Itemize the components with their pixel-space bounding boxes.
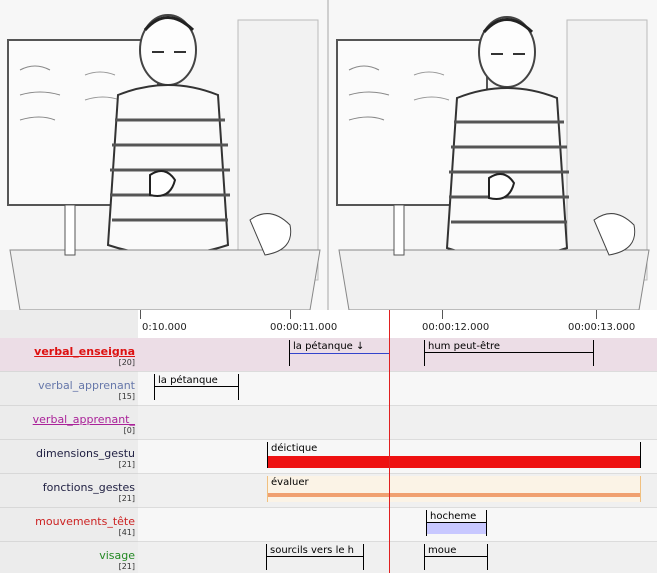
tier-name: verbal_enseigna <box>34 345 135 358</box>
track-verbal-apprenant-2[interactable] <box>138 406 657 440</box>
tier-count: [41] <box>118 528 135 537</box>
annotation-line <box>425 556 487 557</box>
tier-label-verbal-apprenant-2[interactable]: verbal_apprenant_ [0] <box>0 406 138 440</box>
annotation-segment[interactable]: sourcils vers le h <box>266 544 364 570</box>
ruler-tick <box>442 310 443 319</box>
tier-count: [21] <box>118 460 135 469</box>
annotation-label: hocheme <box>430 511 477 522</box>
annotation-segment[interactable]: évaluer <box>267 476 641 502</box>
annotation-segment[interactable]: hocheme <box>426 510 487 536</box>
tier-label-mouvements-tete[interactable]: mouvements_tête [41] <box>0 508 138 542</box>
annotation-label: sourcils vers le h <box>270 545 355 556</box>
tier-name: verbal_apprenant <box>38 379 135 392</box>
track-verbal-apprenant[interactable]: la pétanque <box>138 372 657 406</box>
tier-count: [15] <box>118 392 135 401</box>
annotation-bar <box>268 493 640 497</box>
ruler-time-label: 00:00:13.000 <box>568 322 636 333</box>
ruler-time-label: 00:00:11.000 <box>270 322 338 333</box>
annotation-fill <box>427 523 486 534</box>
tier-name: verbal_apprenant_ <box>32 413 135 426</box>
tier-count: [20] <box>118 358 135 367</box>
annotation-segment[interactable]: déictique <box>267 442 641 468</box>
tier-label-dimensions-gestu[interactable]: dimensions_gestu [21] <box>0 440 138 474</box>
ruler-tick <box>596 310 597 319</box>
playhead-cursor[interactable] <box>389 310 390 573</box>
tier-name: dimensions_gestu <box>36 447 135 460</box>
annotation-label: la pétanque <box>158 375 218 386</box>
tier-label-visage[interactable]: visage [21] <box>0 542 138 576</box>
annotation-segment[interactable]: la pétanque <box>154 374 239 400</box>
teacher-sketch-image-right <box>329 0 657 310</box>
tier-name: fonctions_gestes <box>42 481 135 494</box>
annotation-segment[interactable]: hum peut-être <box>424 340 594 366</box>
tier-label-verbal-apprenant[interactable]: verbal_apprenant [15] <box>0 372 138 406</box>
track-dimensions-gestu[interactable]: déictique <box>138 440 657 474</box>
annotation-line <box>425 352 593 353</box>
ruler-tick <box>290 310 291 319</box>
annotation-label: la pétanque ↓ <box>293 341 365 352</box>
annotation-label: déictique <box>271 443 318 454</box>
track-visage[interactable]: sourcils vers le h moue <box>138 542 657 573</box>
ruler-tick <box>140 310 141 319</box>
annotation-line <box>155 386 238 387</box>
annotation-segment[interactable]: moue <box>424 544 488 570</box>
video-frame-right[interactable] <box>329 0 657 310</box>
tier-name: mouvements_tête <box>35 515 135 528</box>
time-ruler[interactable]: 0:10.000 00:00:11.000 00:00:12.000 00:00… <box>138 310 657 339</box>
annotation-label: moue <box>428 545 457 556</box>
tier-label-panel: verbal_enseigna [20] verbal_apprenant [1… <box>0 310 139 573</box>
tier-count: [21] <box>118 562 135 571</box>
tier-label-fonctions-gestes[interactable]: fonctions_gestes [21] <box>0 474 138 508</box>
track-fonctions-gestes[interactable]: évaluer <box>138 474 657 508</box>
ruler-time-label: 0:10.000 <box>142 322 187 333</box>
video-frame-left[interactable] <box>0 0 329 310</box>
track-verbal-enseigna[interactable]: la pétanque ↓ hum peut-être <box>138 338 657 372</box>
tier-count: [0] <box>123 426 135 435</box>
annotation-line <box>290 353 389 354</box>
track-mouvements-tete[interactable]: hocheme <box>138 508 657 542</box>
video-viewer-area <box>0 0 657 310</box>
annotation-line <box>267 556 363 557</box>
ruler-time-label: 00:00:12.000 <box>422 322 490 333</box>
tier-name: visage <box>99 549 135 562</box>
annotation-timeline[interactable]: 0:10.000 00:00:11.000 00:00:12.000 00:00… <box>138 310 657 573</box>
annotation-bar <box>268 456 640 468</box>
teacher-sketch-image-left <box>0 0 327 310</box>
tier-label-verbal-enseigna[interactable]: verbal_enseigna [20] <box>0 338 138 372</box>
tier-count: [21] <box>118 494 135 503</box>
annotation-label: évaluer <box>271 477 309 488</box>
annotation-label: hum peut-être <box>428 341 501 352</box>
annotation-segment[interactable]: la pétanque ↓ <box>289 340 390 366</box>
